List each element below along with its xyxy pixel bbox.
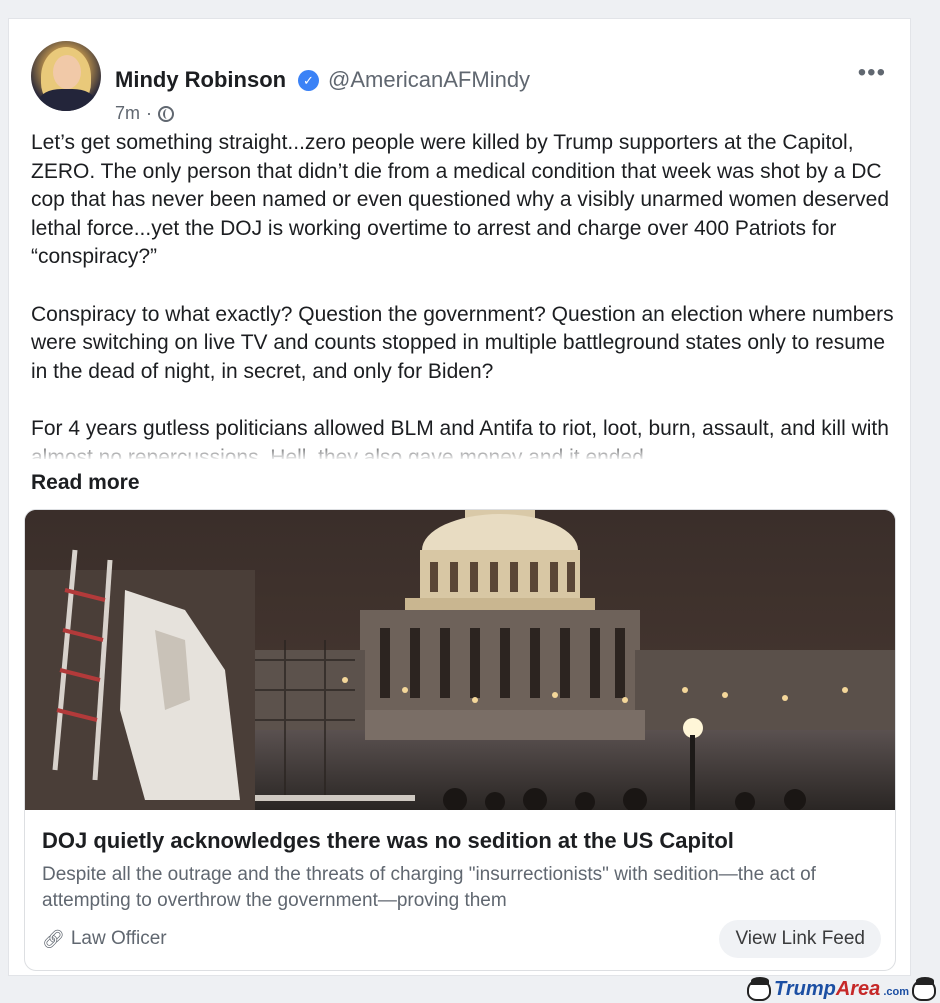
- watermark-logo-text: TrumpArea: [774, 978, 880, 1001]
- view-link-feed-button[interactable]: View Link Feed: [719, 920, 881, 958]
- avatar-body: [39, 89, 95, 111]
- text-fade: [31, 439, 901, 461]
- watermark-face-icon: [912, 977, 936, 1001]
- post-body: Let’s get something straight...zero peop…: [31, 129, 901, 459]
- avatar[interactable]: [31, 41, 101, 111]
- author-handle[interactable]: @AmericanAFMindy: [328, 67, 530, 93]
- link-chain-icon: 🔗︎: [42, 928, 65, 949]
- post-paragraph: Let’s get something straight...zero peop…: [31, 131, 890, 269]
- post-meta: 7m ·: [115, 103, 175, 124]
- link-preview-image[interactable]: [25, 510, 895, 810]
- meta-separator: ·: [146, 103, 153, 123]
- link-title[interactable]: DOJ quietly acknowledges there was no se…: [42, 828, 734, 854]
- watermark-brand-main: Trump: [773, 978, 836, 1000]
- site-watermark: TrumpArea .com: [746, 977, 936, 1001]
- capitol-night-photo: [25, 510, 895, 810]
- post-timestamp[interactable]: 7m: [115, 103, 140, 124]
- link-source[interactable]: 🔗︎ Law Officer: [42, 928, 167, 950]
- more-options-icon[interactable]: •••: [858, 59, 886, 87]
- post-card: Mindy Robinson ✓ @AmericanAFMindy 7m · •…: [8, 18, 911, 976]
- avatar-face: [53, 55, 81, 89]
- link-description: Despite all the outrage and the threats …: [42, 864, 816, 911]
- post-paragraph: Conspiracy to what exactly? Question the…: [31, 302, 894, 383]
- watermark-brand-accent: Area: [835, 978, 881, 1000]
- read-more-button[interactable]: Read more: [31, 471, 140, 495]
- watermark-suffix: .com: [883, 986, 909, 998]
- link-preview-card[interactable]: DOJ quietly acknowledges there was no se…: [24, 509, 896, 971]
- watermark-face-icon: [746, 977, 771, 1001]
- link-source-name: Law Officer: [70, 928, 167, 949]
- verified-badge-icon: ✓: [298, 70, 319, 91]
- author-name[interactable]: Mindy Robinson: [115, 67, 286, 93]
- globe-icon: [158, 105, 175, 122]
